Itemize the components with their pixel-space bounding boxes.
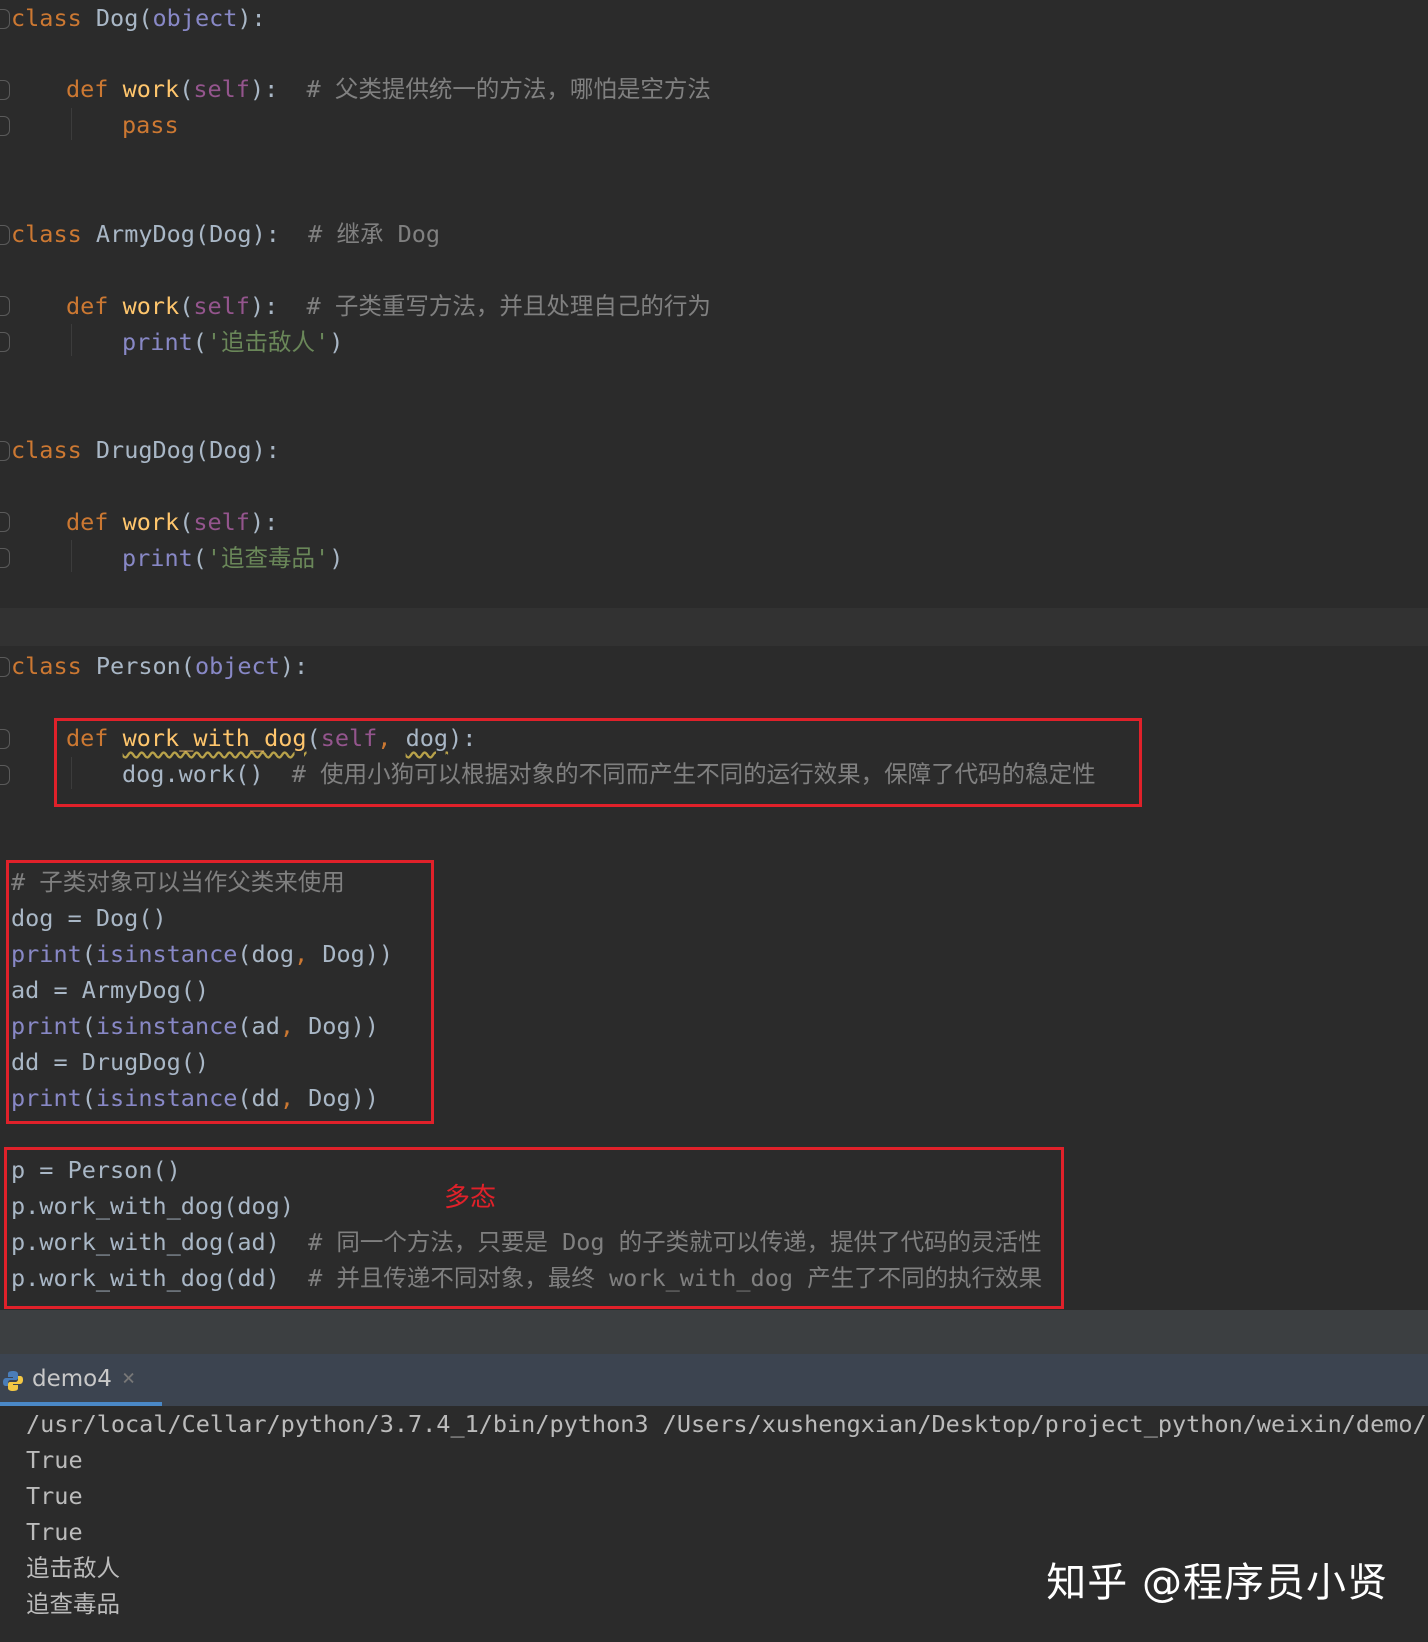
run-tab-strip xyxy=(162,1354,1428,1406)
highlight-box-polymorphism xyxy=(4,1147,1064,1309)
console-output-line: True xyxy=(26,1518,83,1546)
polymorphism-annotation: 多态 xyxy=(444,1183,497,1213)
fold-marker[interactable] xyxy=(0,80,10,100)
fold-marker[interactable] xyxy=(0,512,10,532)
console-output-line: 追查毒品 xyxy=(26,1590,120,1618)
code-line-dog-pass[interactable]: pass xyxy=(122,107,179,143)
fold-marker[interactable] xyxy=(0,441,10,461)
code-line-class-dog[interactable]: class Dog(object): xyxy=(11,0,266,36)
fold-marker[interactable] xyxy=(0,765,10,785)
fold-marker[interactable] xyxy=(0,332,10,352)
code-editor[interactable]: class Dog(object): def work(self): # 父类提… xyxy=(0,0,1428,1310)
code-line-armydog-print[interactable]: print('追击敌人') xyxy=(122,324,343,360)
code-line-drugdog-def-work[interactable]: def work(self): xyxy=(66,504,278,540)
fold-marker[interactable] xyxy=(0,116,10,136)
run-tab-demo4[interactable]: demo4 × xyxy=(0,1354,162,1406)
run-tab-label: demo4 xyxy=(32,1366,112,1392)
python-icon xyxy=(3,1371,23,1391)
close-icon[interactable]: × xyxy=(122,1354,135,1404)
indent-guide xyxy=(71,108,72,140)
code-line-dog-def-work[interactable]: def work(self): # 父类提供统一的方法，哪怕是空方法 xyxy=(66,71,711,107)
fold-marker[interactable] xyxy=(0,9,10,29)
code-line-class-drugdog[interactable]: class DrugDog(Dog): xyxy=(11,432,280,468)
indent-guide xyxy=(71,324,72,356)
code-line-class-person[interactable]: class Person(object): xyxy=(11,648,308,684)
fold-marker[interactable] xyxy=(0,548,10,568)
console-output-line: 追击敌人 xyxy=(26,1554,120,1582)
indent-guide xyxy=(71,540,72,572)
fold-marker[interactable] xyxy=(0,296,10,316)
watermark: 知乎 @程序员小贤 xyxy=(1046,1560,1388,1606)
run-toolbar-divider xyxy=(0,1310,1428,1354)
console-output-line: True xyxy=(26,1446,83,1474)
console-output-line: True xyxy=(26,1482,83,1510)
fold-marker[interactable] xyxy=(0,729,10,749)
console-command-line: /usr/local/Cellar/python/3.7.4_1/bin/pyt… xyxy=(26,1410,1428,1438)
caret-line-highlight xyxy=(0,608,1428,646)
fold-marker[interactable] xyxy=(0,657,10,677)
code-line-drugdog-print[interactable]: print('追查毒品') xyxy=(122,540,343,576)
highlight-box-work-with-dog xyxy=(54,718,1142,807)
fold-marker[interactable] xyxy=(0,225,10,245)
code-line-class-armydog[interactable]: class ArmyDog(Dog): # 继承 Dog xyxy=(11,216,440,252)
code-line-armydog-def-work[interactable]: def work(self): # 子类重写方法，并且处理自己的行为 xyxy=(66,288,711,324)
highlight-box-isinstance xyxy=(6,860,434,1124)
